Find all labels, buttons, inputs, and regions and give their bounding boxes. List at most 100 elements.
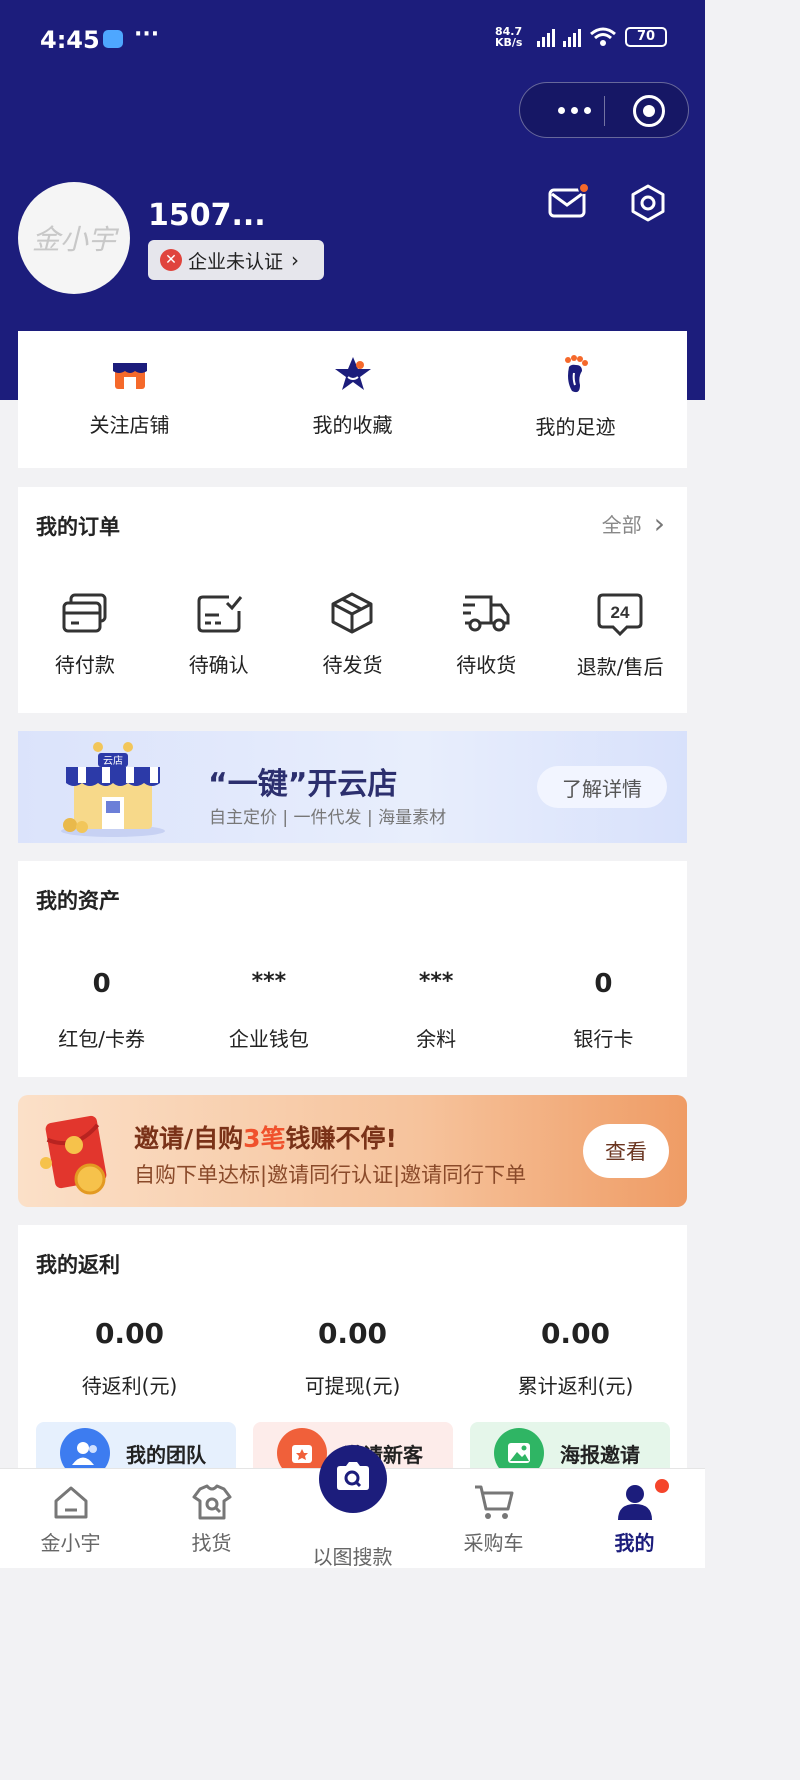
promo-label: 我的团队 (126, 1442, 206, 1467)
uncertified-icon: ✕ (160, 249, 182, 271)
signal-icon (563, 27, 581, 47)
rebate-label: 累计返利(元) (517, 1374, 634, 1398)
quick-link-label: 我的收藏 (312, 413, 393, 437)
asset-value: 0 (92, 969, 111, 999)
order-after-sales[interactable]: 24 退款/售后 (553, 591, 687, 680)
net-speed: 84.7 KB/s (495, 25, 523, 49)
image-search-button[interactable] (318, 1445, 387, 1513)
close-miniapp-button[interactable] (633, 95, 665, 127)
tab-cart[interactable]: 采购车 (423, 1469, 564, 1568)
home-icon (54, 1486, 87, 1519)
quick-link-followed-stores[interactable]: 关注店铺 (18, 331, 241, 468)
order-status-label: 待发货 (322, 653, 383, 677)
cloud-store-banner[interactable]: 云店 “一键”开云店 自主定价 | 一件代发 | 海量素材 了解详情 (18, 731, 687, 843)
assets-card: 我的资产 0 红包/卡券 *** 企业钱包 *** 余料 0 银行卡 (18, 861, 687, 1077)
invite-title-post: 钱赚不停! (285, 1124, 397, 1153)
notification-dot (655, 1479, 669, 1493)
cloud-store-subtitle: 自主定价 | 一件代发 | 海量素材 (209, 808, 447, 828)
more-menu-button[interactable] (544, 83, 604, 137)
wifi-icon (590, 27, 616, 46)
truck-icon (463, 595, 510, 632)
rebate-row: 0.00 待返利(元) 0.00 可提现(元) 0.00 累计返利(元) (18, 1317, 687, 1399)
all-orders-link[interactable]: 全部 › (602, 509, 665, 538)
invite-title-pre: 邀请/自购 (134, 1124, 244, 1153)
order-status-row: 待付款 待确认 待发货 待收货 24 退款/售后 (18, 591, 687, 680)
tab-label: 金小宇 (40, 1531, 101, 1555)
asset-value: *** (251, 969, 287, 994)
aftersale-24-text: 24 (611, 603, 630, 622)
order-pending-shipment[interactable]: 待发货 (286, 591, 420, 680)
rebate-value: 0.00 (540, 1317, 611, 1350)
asset-bank-cards[interactable]: 0 银行卡 (520, 969, 687, 1052)
cert-label: 企业未认证 (188, 250, 284, 273)
tab-label: 以图搜款 (312, 1545, 393, 1569)
camera-search-icon (336, 1462, 369, 1490)
chevron-right-icon: › (291, 248, 300, 272)
order-pending-confirm[interactable]: 待确认 (152, 591, 286, 680)
asset-value: 0 (594, 969, 613, 999)
status-bar: 4:45 ··· 84.7 KB/s 70 (0, 0, 705, 80)
enterprise-cert-badge[interactable]: ✕ 企业未认证 › (148, 240, 324, 280)
avatar[interactable]: 金小宇 (18, 182, 130, 294)
invite-banner[interactable]: 邀请/自购3笔钱赚不停! 自购下单达标|邀请同行认证|邀请同行下单 查看 (18, 1095, 687, 1207)
miniapp-capsule (519, 82, 689, 138)
quick-link-footprints[interactable]: 我的足迹 (464, 331, 687, 468)
tab-label: 找货 (191, 1531, 232, 1555)
quick-link-label: 我的足迹 (535, 415, 616, 439)
invite-subtitle: 自购下单达标|邀请同行认证|邀请同行下单 (134, 1163, 527, 1187)
cloud-store-illustration: 云店 (61, 742, 165, 837)
rebate-withdrawable[interactable]: 0.00 可提现(元) (241, 1317, 464, 1399)
tab-mine[interactable]: 我的 (564, 1469, 705, 1568)
gear-icon (631, 184, 665, 222)
rebate-title: 我的返利 (36, 1253, 120, 1277)
order-status-label: 待确认 (188, 653, 249, 677)
status-time: 4:45 (40, 26, 100, 54)
red-envelope-icon (40, 1115, 107, 1195)
assets-row: 0 红包/卡券 *** 企业钱包 *** 余料 0 银行卡 (18, 969, 687, 1052)
order-status-label: 退款/售后 (576, 655, 664, 679)
asset-balance[interactable]: *** 余料 (353, 969, 520, 1052)
asset-enterprise-wallet[interactable]: *** 企业钱包 (185, 969, 352, 1052)
rebate-label: 可提现(元) (304, 1374, 401, 1398)
tab-label: 采购车 (463, 1531, 524, 1555)
aftersale-24-icon: 24 (597, 593, 643, 637)
signal-icon (537, 27, 555, 47)
view-button[interactable]: 查看 (583, 1124, 669, 1178)
order-status-label: 待付款 (54, 653, 115, 677)
star-icon (334, 357, 371, 390)
message-button[interactable] (548, 182, 590, 222)
rebate-label: 待返利(元) (81, 1374, 178, 1398)
status-indicators: 84.7 KB/s 70 (495, 26, 667, 48)
settings-button[interactable] (628, 183, 668, 227)
rebate-pending[interactable]: 0.00 待返利(元) (18, 1317, 241, 1399)
store-icon (112, 363, 147, 389)
more-notifications-icon: ··· (134, 22, 160, 47)
asset-label: 红包/卡券 (58, 1027, 145, 1051)
rebate-value: 0.00 (317, 1317, 388, 1350)
order-pending-receipt[interactable]: 待收货 (419, 591, 553, 680)
unread-dot (578, 182, 590, 194)
rebate-value: 0.00 (94, 1317, 165, 1350)
asset-label: 银行卡 (573, 1027, 634, 1051)
tab-home[interactable]: 金小宇 (0, 1469, 141, 1568)
capsule-divider (604, 96, 605, 126)
username: 1507... (148, 198, 266, 233)
asset-coupons[interactable]: 0 红包/卡券 (18, 969, 185, 1052)
quick-link-favorites[interactable]: 我的收藏 (241, 331, 464, 468)
bottom-tab-bar: 金小宇 找货 以图搜款 采购车 我的 (0, 1445, 705, 1569)
message-notification-icon (103, 30, 123, 48)
learn-more-button[interactable]: 了解详情 (537, 766, 667, 808)
find-goods-icon (192, 1484, 231, 1520)
order-pending-payment[interactable]: 待付款 (18, 591, 152, 680)
footprint-icon (564, 355, 588, 393)
tab-image-search[interactable]: 以图搜款 (282, 1445, 423, 1569)
cloud-store-title: “一键”开云店 (208, 767, 398, 802)
asset-label: 企业钱包 (228, 1027, 309, 1051)
all-orders-label: 全部 (601, 513, 642, 537)
battery-icon: 70 (625, 27, 667, 47)
asset-label: 余料 (416, 1027, 457, 1051)
quick-links: 关注店铺 我的收藏 我的足迹 (18, 331, 687, 468)
rebate-total[interactable]: 0.00 累计返利(元) (464, 1317, 687, 1399)
tab-find-goods[interactable]: 找货 (141, 1469, 282, 1568)
cart-icon (474, 1485, 513, 1519)
